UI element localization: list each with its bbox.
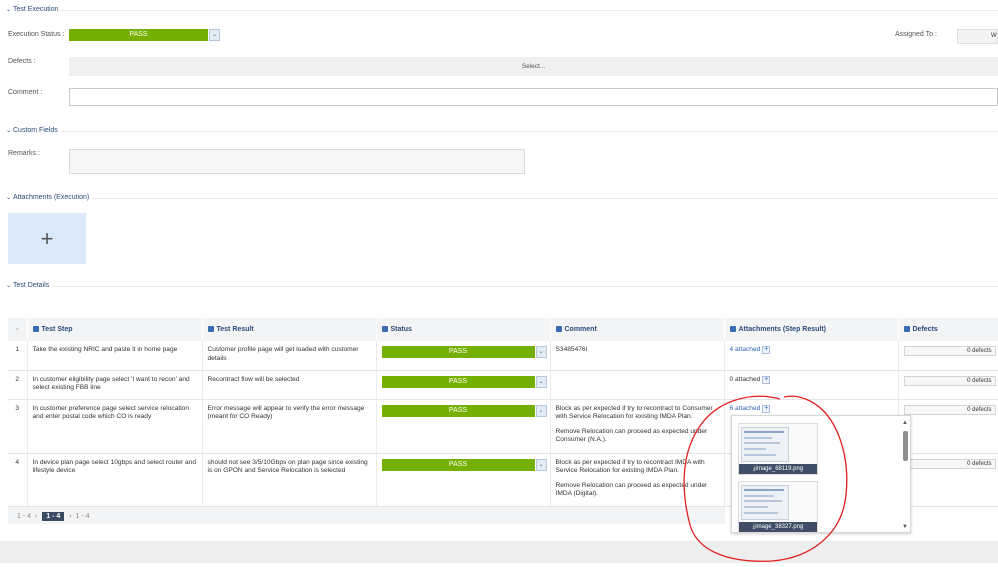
add-step-attachment-icon[interactable]: +: [762, 346, 771, 354]
row-index: 4: [8, 453, 28, 507]
row-status-select[interactable]: PASS: [381, 375, 535, 388]
row-index: 2: [8, 370, 28, 400]
row-test-result[interactable]: should not see 3/5/10Gbps on plan page s…: [202, 453, 377, 507]
table-header-row: - Test Step Test Result Status Comment A…: [8, 318, 998, 341]
row-test-result[interactable]: Recontract flow will be selected: [202, 370, 377, 400]
row-status-dropdown-button[interactable]: ⌄: [535, 346, 547, 358]
row-status-dropdown-button[interactable]: ⌄: [535, 375, 547, 388]
divider: [52, 286, 998, 287]
row-index: 3: [8, 399, 28, 454]
section-header-test-execution[interactable]: ⌄ Test Execution: [6, 6, 59, 13]
checkbox-icon[interactable]: [555, 326, 562, 332]
execution-status-select[interactable]: PASS: [69, 29, 208, 41]
row-attachments: 4 attached +: [724, 341, 899, 371]
row-comment[interactable]: S3485476I: [550, 341, 725, 371]
section-header-custom-fields[interactable]: ⌄ Custom Fields: [6, 127, 58, 134]
row-status-select[interactable]: PASS: [381, 458, 535, 471]
checkbox-icon[interactable]: [903, 326, 910, 332]
row-defects-select[interactable]: 0 defects: [903, 404, 996, 415]
chevron-down-icon: ⌄: [538, 349, 544, 355]
scroll-up-icon[interactable]: ▲: [902, 420, 908, 426]
section-header-attachments[interactable]: ⌄ Attachments (Execution): [6, 194, 89, 201]
attachments-link[interactable]: 4 attached: [730, 346, 761, 353]
row-test-step[interactable]: Take the existing NRIC and paste it in h…: [27, 341, 203, 371]
pager-total: 1 - 4: [75, 513, 90, 520]
row-defects: 0 defects: [898, 341, 998, 371]
checkbox-icon[interactable]: [32, 326, 39, 332]
scroll-down-icon[interactable]: ▼: [902, 524, 908, 530]
divider: [92, 198, 998, 199]
row-status-cell: PASS ⌄: [376, 399, 551, 454]
row-defects-select[interactable]: 0 defects: [903, 458, 996, 469]
assigned-to-field[interactable]: W: [957, 29, 998, 44]
plus-icon: +: [40, 226, 54, 251]
row-defects-select[interactable]: 0 defects: [903, 375, 996, 386]
column-header-status[interactable]: Status: [376, 318, 551, 341]
row-test-result[interactable]: Error message will appear to verify the …: [202, 399, 377, 454]
row-defects-select[interactable]: 0 defects: [903, 346, 996, 356]
checkbox-icon[interactable]: [381, 326, 388, 332]
checkbox-icon[interactable]: [729, 326, 736, 332]
row-test-result[interactable]: Customer profile page will get loaded wi…: [202, 341, 377, 371]
row-test-step[interactable]: In customer eligibility page select 'I w…: [27, 370, 203, 400]
chevron-down-icon: ⌄: [538, 461, 544, 468]
scroll-thumb[interactable]: [903, 431, 908, 461]
row-index: 1: [8, 341, 28, 371]
remarks-input[interactable]: [69, 149, 525, 174]
column-header-attachments[interactable]: Attachments (Step Result): [724, 318, 899, 341]
section-header-test-details[interactable]: ⌄ Test Details: [6, 282, 49, 289]
pager-range: 1 - 4: [17, 513, 32, 520]
row-status-cell: PASS ⌄: [376, 370, 551, 400]
execution-status-label: Execution Status :: [8, 31, 65, 38]
execution-status-dropdown-button[interactable]: ⌄: [209, 29, 220, 41]
popup-scrollbar[interactable]: ▲ ▼: [902, 420, 909, 530]
row-status-dropdown-button[interactable]: ⌄: [535, 458, 547, 471]
add-step-attachment-icon[interactable]: +: [762, 375, 771, 384]
chevron-down-icon: ⌄: [6, 195, 12, 201]
divider: [60, 10, 998, 11]
pager-bar: [8, 507, 725, 524]
assigned-to-label: Assigned To :: [895, 31, 937, 38]
column-header-comment[interactable]: Comment: [550, 318, 725, 341]
row-test-step[interactable]: In device plan page select 10gbps and se…: [27, 453, 203, 507]
chevron-down-icon: ⌄: [6, 283, 12, 289]
chevron-down-icon: ⌄: [211, 32, 218, 38]
row-status-select[interactable]: PASS: [381, 346, 535, 358]
row-test-step[interactable]: In customer preference page select servi…: [27, 399, 203, 454]
row-defects: 0 defects: [898, 399, 998, 454]
chevron-down-icon: ⌄: [538, 407, 544, 414]
defects-label: Defects :: [8, 58, 36, 65]
column-header-test-step[interactable]: Test Step: [27, 318, 203, 341]
add-attachment-button[interactable]: +: [8, 213, 86, 264]
chevron-down-icon: ⌄: [6, 7, 12, 13]
comment-label: Comment :: [8, 89, 43, 96]
remarks-label: Remarks :: [8, 150, 40, 157]
pager-current-page[interactable]: 1 - 4: [42, 512, 65, 521]
row-status-cell: PASS ⌄: [376, 341, 551, 371]
attachments-count[interactable]: 0 attached: [730, 376, 761, 383]
column-header-defects[interactable]: Defects: [898, 318, 998, 341]
pager-next-button[interactable]: ›: [69, 513, 71, 520]
row-defects: 0 defects: [898, 453, 998, 507]
row-status-select[interactable]: PASS: [381, 404, 535, 417]
chevron-down-icon: ⌄: [538, 378, 544, 385]
table-row: 1 Take the existing NRIC and paste it in…: [8, 341, 998, 371]
column-header-test-result[interactable]: Test Result: [202, 318, 377, 341]
chevron-down-icon: ⌄: [6, 128, 12, 134]
defects-select[interactable]: Select...: [69, 57, 998, 76]
comment-input[interactable]: [69, 88, 998, 106]
row-status-cell: PASS ⌄: [376, 453, 551, 507]
column-header-index: -: [8, 318, 28, 341]
row-status-dropdown-button[interactable]: ⌄: [535, 404, 547, 417]
pager-prev-button[interactable]: ‹: [35, 513, 37, 520]
checkbox-icon[interactable]: [207, 326, 214, 332]
divider: [60, 131, 998, 132]
row-defects: 0 defects: [898, 370, 998, 400]
pager: 1 - 4 ‹ 1 - 4 › 1 - 4: [17, 512, 90, 521]
annotation-circle: [683, 395, 848, 562]
